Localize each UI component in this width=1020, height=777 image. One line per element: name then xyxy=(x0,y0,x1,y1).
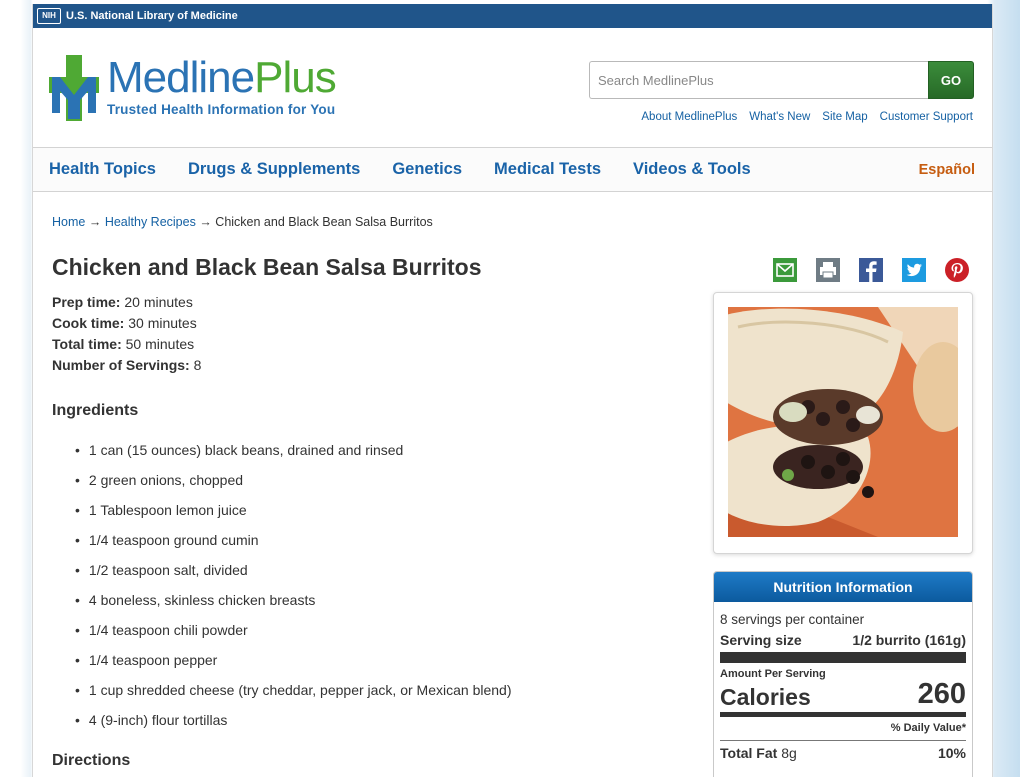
daily-value-label: % Daily Value* xyxy=(890,722,966,734)
search-input[interactable] xyxy=(589,61,928,99)
servings-per-container: 8 servings per container xyxy=(720,612,865,627)
breadcrumb-current: Chicken and Black Bean Salsa Burritos xyxy=(215,215,433,229)
whats-new-link[interactable]: What's New xyxy=(749,111,810,123)
breadcrumb-separator: → xyxy=(199,215,212,229)
print-icon[interactable] xyxy=(816,258,840,282)
customer-support-link[interactable]: Customer Support xyxy=(880,111,973,123)
list-item: 4 (9-inch) flour tortillas xyxy=(75,708,511,738)
logo-mark-icon xyxy=(49,55,99,121)
site-header: MedlinePlus Trusted Health Information f… xyxy=(33,28,992,147)
nav-videos-tools[interactable]: Videos & Tools xyxy=(633,160,751,179)
recipe-photo xyxy=(728,307,958,537)
total-time: Total time: 50 minutes xyxy=(52,336,195,352)
total-fat-row: Total Fat 8g 10% xyxy=(720,745,966,761)
list-item: 1 Tablespoon lemon juice xyxy=(75,498,511,528)
email-icon[interactable] xyxy=(773,258,797,282)
twitter-icon[interactable] xyxy=(902,258,926,282)
medlineplus-logo[interactable]: MedlinePlus Trusted Health Information f… xyxy=(49,53,337,121)
breadcrumb: Home → Healthy Recipes → Chicken and Bla… xyxy=(52,215,433,229)
nih-badge: NIH xyxy=(37,8,61,24)
nutrition-heading: Nutrition Information xyxy=(714,572,972,602)
language-espanol-link[interactable]: Español xyxy=(919,162,975,178)
pinterest-icon[interactable] xyxy=(945,258,969,282)
servings: Number of Servings: 8 xyxy=(52,357,202,373)
nih-bar-text[interactable]: U.S. National Library of Medicine xyxy=(66,10,238,22)
recipe-meta: Prep time: 20 minutes Cook time: 30 minu… xyxy=(52,292,201,376)
nutrition-divider xyxy=(720,712,966,717)
nutrition-divider xyxy=(720,652,966,663)
nav-health-topics[interactable]: Health Topics xyxy=(49,160,156,179)
cook-time: Cook time: 30 minutes xyxy=(52,315,197,331)
ingredients-list: 1 can (15 ounces) black beans, drained a… xyxy=(75,438,512,738)
prep-time: Prep time: 20 minutes xyxy=(52,294,193,310)
nav-genetics[interactable]: Genetics xyxy=(392,160,462,179)
search-form: GO xyxy=(589,61,974,99)
page-container: NIH U.S. National Library of Medicine Me… xyxy=(32,4,993,777)
calories-row: Calories 260 xyxy=(720,678,966,710)
site-map-link[interactable]: Site Map xyxy=(822,111,867,123)
list-item: 1/4 teaspoon ground cumin xyxy=(75,528,511,558)
list-item: 1/2 teaspoon salt, divided xyxy=(75,558,511,588)
facebook-icon[interactable] xyxy=(859,258,883,282)
about-link[interactable]: About MedlinePlus xyxy=(641,111,737,123)
breadcrumb-home[interactable]: Home xyxy=(52,215,85,229)
list-item: 1/4 teaspoon chili powder xyxy=(75,618,511,648)
search-go-button[interactable]: GO xyxy=(928,61,974,99)
list-item: 4 boneless, skinless chicken breasts xyxy=(75,588,511,618)
nutrition-panel: Nutrition Information 8 servings per con… xyxy=(713,571,973,777)
share-toolbar xyxy=(773,258,969,282)
page-title: Chicken and Black Bean Salsa Burritos xyxy=(52,254,482,280)
logo-tagline: Trusted Health Information for You xyxy=(107,102,336,117)
directions-heading: Directions xyxy=(52,752,131,769)
list-item: 2 green onions, chopped xyxy=(75,468,511,498)
list-item: 1/4 teaspoon pepper xyxy=(75,648,511,678)
utility-links: About MedlinePlus What's New Site Map Cu… xyxy=(641,111,973,123)
list-item: 1 can (15 ounces) black beans, drained a… xyxy=(75,438,511,468)
breadcrumb-separator: → xyxy=(88,215,102,229)
serving-size-row: Serving size 1/2 burrito (161g) xyxy=(720,632,966,648)
list-item: 1 cup shredded cheese (try cheddar, pepp… xyxy=(75,678,512,708)
nutrition-divider xyxy=(720,740,966,741)
ingredients-heading: Ingredients xyxy=(52,402,139,419)
recipe-photo-card xyxy=(713,292,973,554)
breadcrumb-healthy-recipes[interactable]: Healthy Recipes xyxy=(105,215,196,229)
nav-medical-tests[interactable]: Medical Tests xyxy=(494,160,601,179)
nav-drugs-supplements[interactable]: Drugs & Supplements xyxy=(188,160,360,179)
logo-name: MedlinePlus xyxy=(107,53,337,102)
nih-bar[interactable]: NIH U.S. National Library of Medicine xyxy=(33,4,992,28)
main-nav: Health Topics Drugs & Supplements Geneti… xyxy=(33,147,992,192)
